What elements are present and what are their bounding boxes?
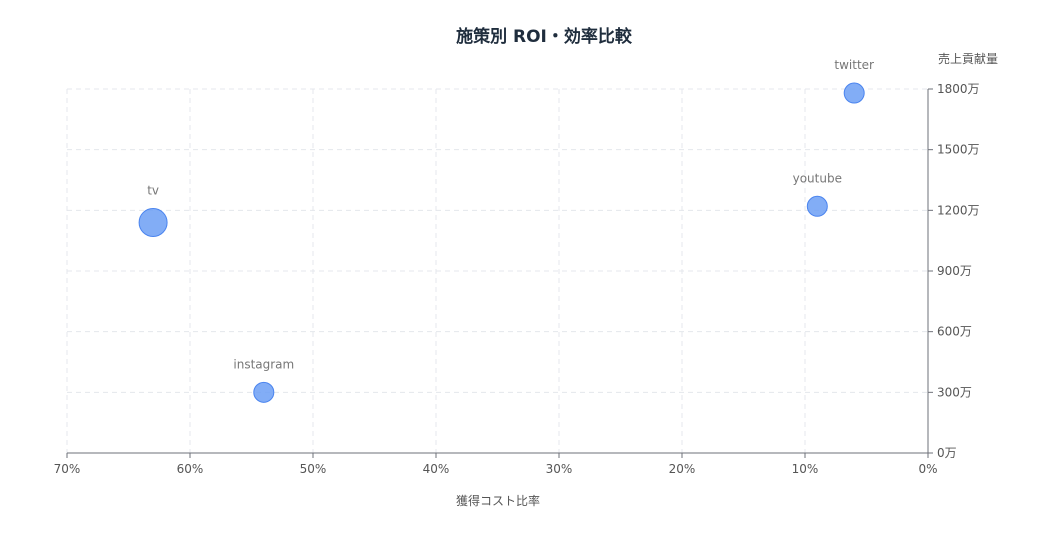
x-axis-label: 獲得コスト比率 <box>456 493 540 508</box>
x-tick-label: 40% <box>423 462 450 476</box>
chart-container: 施策別 ROI・効率比較 売上貢献量 獲得コスト比率 0万 300万 600万 900… <box>0 0 1053 554</box>
data-point-youtube <box>806 195 828 217</box>
x-tick-label: 60% <box>177 462 204 476</box>
point-label-twitter: twitter <box>834 58 874 72</box>
y-tick-label: 1800万 <box>937 82 980 96</box>
x-tick-label: 0% <box>918 462 937 476</box>
chart-title: 施策別 ROI・効率比較 <box>456 26 633 47</box>
y-tick-label: 300万 <box>937 385 972 399</box>
x-tick-label: 20% <box>669 462 696 476</box>
axes: 0万 300万 600万 900万 1200万 1500万 1800万 0% 10% 20% 30%… <box>54 82 980 476</box>
x-tick-label: 50% <box>300 462 327 476</box>
y-axis-label: 売上貢献量 <box>938 51 998 66</box>
y-tick-label: 1500万 <box>937 143 980 157</box>
x-tick-label: 10% <box>792 462 819 476</box>
data-point-twitter <box>843 82 865 104</box>
y-tick-label: 1200万 <box>937 203 980 217</box>
data-point-instagram <box>253 381 275 403</box>
y-tick-label: 900万 <box>937 264 972 278</box>
y-tick-label: 600万 <box>937 325 972 339</box>
point-label-instagram: instagram <box>233 357 294 371</box>
point-label-youtube: youtube <box>793 171 842 185</box>
grid-lines <box>66 88 928 453</box>
x-tick-label: 70% <box>54 462 81 476</box>
scatter-chart: 施策別 ROI・効率比較 売上貢献量 獲得コスト比率 0万 300万 600万 900… <box>54 26 998 508</box>
data-points: twitter youtube tv instagram <box>138 58 874 403</box>
x-tick-label: 30% <box>546 462 573 476</box>
point-label-tv: tv <box>147 183 159 197</box>
y-tick-label: 0万 <box>937 446 957 460</box>
data-point-tv <box>138 207 168 237</box>
